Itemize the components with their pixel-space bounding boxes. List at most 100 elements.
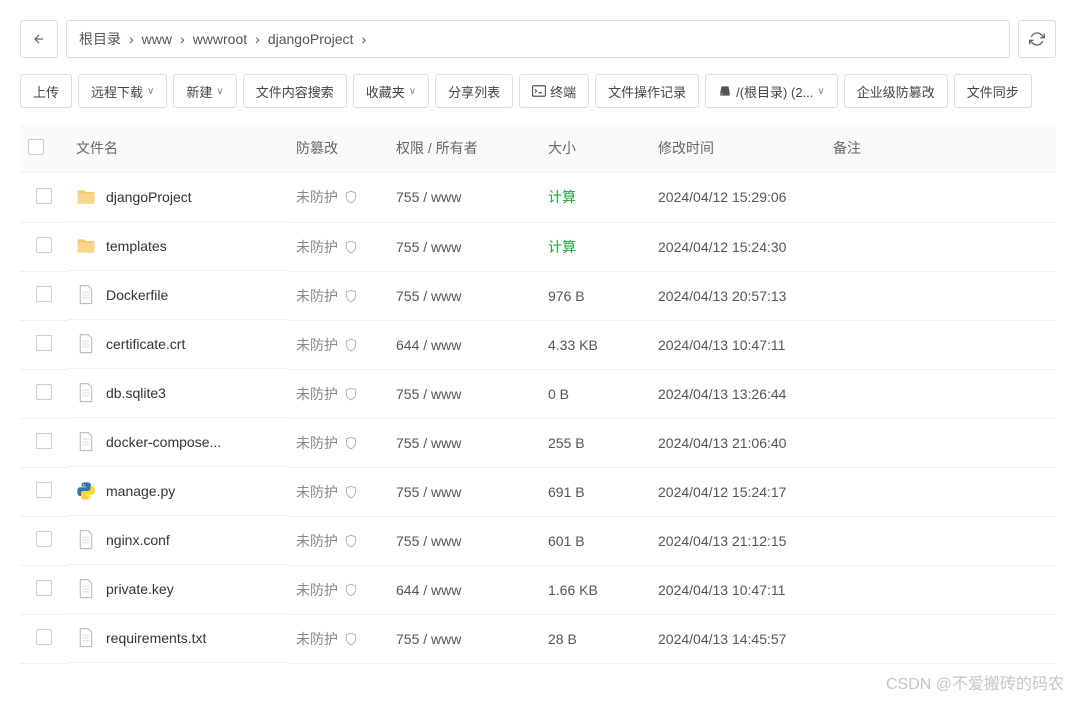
- permission-cell[interactable]: 755 / www: [388, 222, 540, 271]
- file-icon: [76, 285, 96, 305]
- permission-cell[interactable]: 755 / www: [388, 369, 540, 418]
- size-cell[interactable]: 计算: [548, 239, 576, 255]
- terminal-icon: [532, 85, 546, 97]
- shield-icon[interactable]: [344, 387, 358, 401]
- permission-cell[interactable]: 755 / www: [388, 271, 540, 320]
- remark-cell[interactable]: [825, 222, 1056, 271]
- remark-cell[interactable]: [825, 418, 1056, 467]
- protect-status: 未防护: [296, 629, 338, 649]
- file-name[interactable]: docker-compose...: [106, 434, 221, 450]
- mtime-cell: 2024/04/13 21:06:40: [650, 418, 825, 467]
- breadcrumb-item[interactable]: wwwroot: [193, 31, 247, 47]
- file-name[interactable]: djangoProject: [106, 189, 192, 205]
- permission-cell[interactable]: 755 / www: [388, 516, 540, 565]
- remark-cell[interactable]: [825, 271, 1056, 320]
- shield-icon[interactable]: [344, 240, 358, 254]
- row-checkbox[interactable]: [36, 482, 52, 498]
- breadcrumb-item[interactable]: www: [142, 31, 172, 47]
- shield-icon[interactable]: [344, 583, 358, 597]
- row-checkbox[interactable]: [36, 188, 52, 204]
- breadcrumb-item[interactable]: 根目录: [79, 29, 121, 49]
- file-name[interactable]: templates: [106, 238, 167, 254]
- table-row[interactable]: certificate.crt未防护644 / www4.33 KB2024/0…: [20, 320, 1056, 369]
- shield-icon[interactable]: [344, 485, 358, 499]
- col-permission[interactable]: 权限 / 所有者: [388, 124, 540, 173]
- row-checkbox[interactable]: [36, 237, 52, 253]
- table-row[interactable]: requirements.txt未防护755 / www28 B2024/04/…: [20, 614, 1056, 663]
- col-remark[interactable]: 备注: [825, 124, 1056, 173]
- permission-cell[interactable]: 644 / www: [388, 565, 540, 614]
- upload-button[interactable]: 上传: [20, 74, 72, 108]
- file-icon: [76, 383, 96, 403]
- content-search-button[interactable]: 文件内容搜索: [243, 74, 347, 108]
- enterprise-protect-button[interactable]: 企业级防篡改: [844, 74, 948, 108]
- remark-cell[interactable]: [825, 173, 1056, 223]
- remark-cell[interactable]: [825, 320, 1056, 369]
- col-mtime[interactable]: 修改时间: [650, 124, 825, 173]
- file-op-log-button[interactable]: 文件操作记录: [595, 74, 699, 108]
- remark-cell[interactable]: [825, 614, 1056, 663]
- breadcrumb[interactable]: 根目录› www› wwwroot› djangoProject›: [66, 20, 1010, 58]
- row-checkbox[interactable]: [36, 335, 52, 351]
- permission-cell[interactable]: 755 / www: [388, 467, 540, 516]
- file-name[interactable]: db.sqlite3: [106, 385, 166, 401]
- table-row[interactable]: db.sqlite3未防护755 / www0 B2024/04/13 13:2…: [20, 369, 1056, 418]
- shield-icon[interactable]: [344, 190, 358, 204]
- file-name[interactable]: requirements.txt: [106, 630, 206, 646]
- row-checkbox[interactable]: [36, 629, 52, 645]
- favorites-button[interactable]: 收藏夹∨: [353, 74, 429, 108]
- shield-icon[interactable]: [344, 338, 358, 352]
- folder-icon: [76, 236, 96, 256]
- breadcrumb-item[interactable]: djangoProject: [268, 31, 354, 47]
- mtime-cell: 2024/04/13 20:57:13: [650, 271, 825, 320]
- file-name[interactable]: manage.py: [106, 483, 175, 499]
- table-row[interactable]: Dockerfile未防护755 / www976 B2024/04/13 20…: [20, 271, 1056, 320]
- col-size[interactable]: 大小: [540, 124, 650, 173]
- remark-cell[interactable]: [825, 516, 1056, 565]
- table-row[interactable]: docker-compose...未防护755 / www255 B2024/0…: [20, 418, 1056, 467]
- row-checkbox[interactable]: [36, 384, 52, 400]
- permission-cell[interactable]: 644 / www: [388, 320, 540, 369]
- remote-download-button[interactable]: 远程下载∨: [78, 74, 167, 108]
- chevron-right-icon: ›: [255, 31, 260, 47]
- remark-cell[interactable]: [825, 369, 1056, 418]
- protect-status: 未防护: [296, 187, 338, 207]
- file-sync-button[interactable]: 文件同步: [954, 74, 1032, 108]
- col-protect[interactable]: 防篡改: [288, 124, 388, 173]
- file-name[interactable]: nginx.conf: [106, 532, 170, 548]
- table-row[interactable]: nginx.conf未防护755 / www601 B2024/04/13 21…: [20, 516, 1056, 565]
- table-row[interactable]: templates未防护755 / www计算2024/04/12 15:24:…: [20, 222, 1056, 271]
- chevron-down-icon: ∨: [409, 86, 416, 97]
- col-name[interactable]: 文件名: [68, 124, 288, 173]
- select-all-checkbox[interactable]: [28, 139, 44, 155]
- file-name[interactable]: Dockerfile: [106, 287, 168, 303]
- disk-icon: [718, 84, 732, 98]
- table-row[interactable]: manage.py未防护755 / www691 B2024/04/12 15:…: [20, 467, 1056, 516]
- shield-icon[interactable]: [344, 436, 358, 450]
- terminal-button[interactable]: 终端: [519, 74, 589, 108]
- file-name[interactable]: private.key: [106, 581, 174, 597]
- back-button[interactable]: [20, 20, 58, 58]
- shield-icon[interactable]: [344, 632, 358, 646]
- table-row[interactable]: private.key未防护644 / www1.66 KB2024/04/13…: [20, 565, 1056, 614]
- row-checkbox[interactable]: [36, 286, 52, 302]
- mtime-cell: 2024/04/12 15:29:06: [650, 173, 825, 223]
- permission-cell[interactable]: 755 / www: [388, 418, 540, 467]
- remark-cell[interactable]: [825, 565, 1056, 614]
- row-checkbox[interactable]: [36, 531, 52, 547]
- size-cell: 976 B: [548, 288, 585, 304]
- new-button[interactable]: 新建∨: [173, 74, 236, 108]
- size-cell[interactable]: 计算: [548, 189, 576, 205]
- refresh-button[interactable]: [1018, 20, 1056, 58]
- remark-cell[interactable]: [825, 467, 1056, 516]
- permission-cell[interactable]: 755 / www: [388, 614, 540, 663]
- shield-icon[interactable]: [344, 534, 358, 548]
- share-list-button[interactable]: 分享列表: [435, 74, 513, 108]
- permission-cell[interactable]: 755 / www: [388, 173, 540, 223]
- table-row[interactable]: djangoProject 未防护 755 / www 计算 2024/04/12 15…: [20, 173, 1056, 223]
- shield-icon[interactable]: [344, 289, 358, 303]
- row-checkbox[interactable]: [36, 580, 52, 596]
- root-path-button[interactable]: /(根目录) (2...∨: [705, 74, 838, 108]
- row-checkbox[interactable]: [36, 433, 52, 449]
- file-name[interactable]: certificate.crt: [106, 336, 185, 352]
